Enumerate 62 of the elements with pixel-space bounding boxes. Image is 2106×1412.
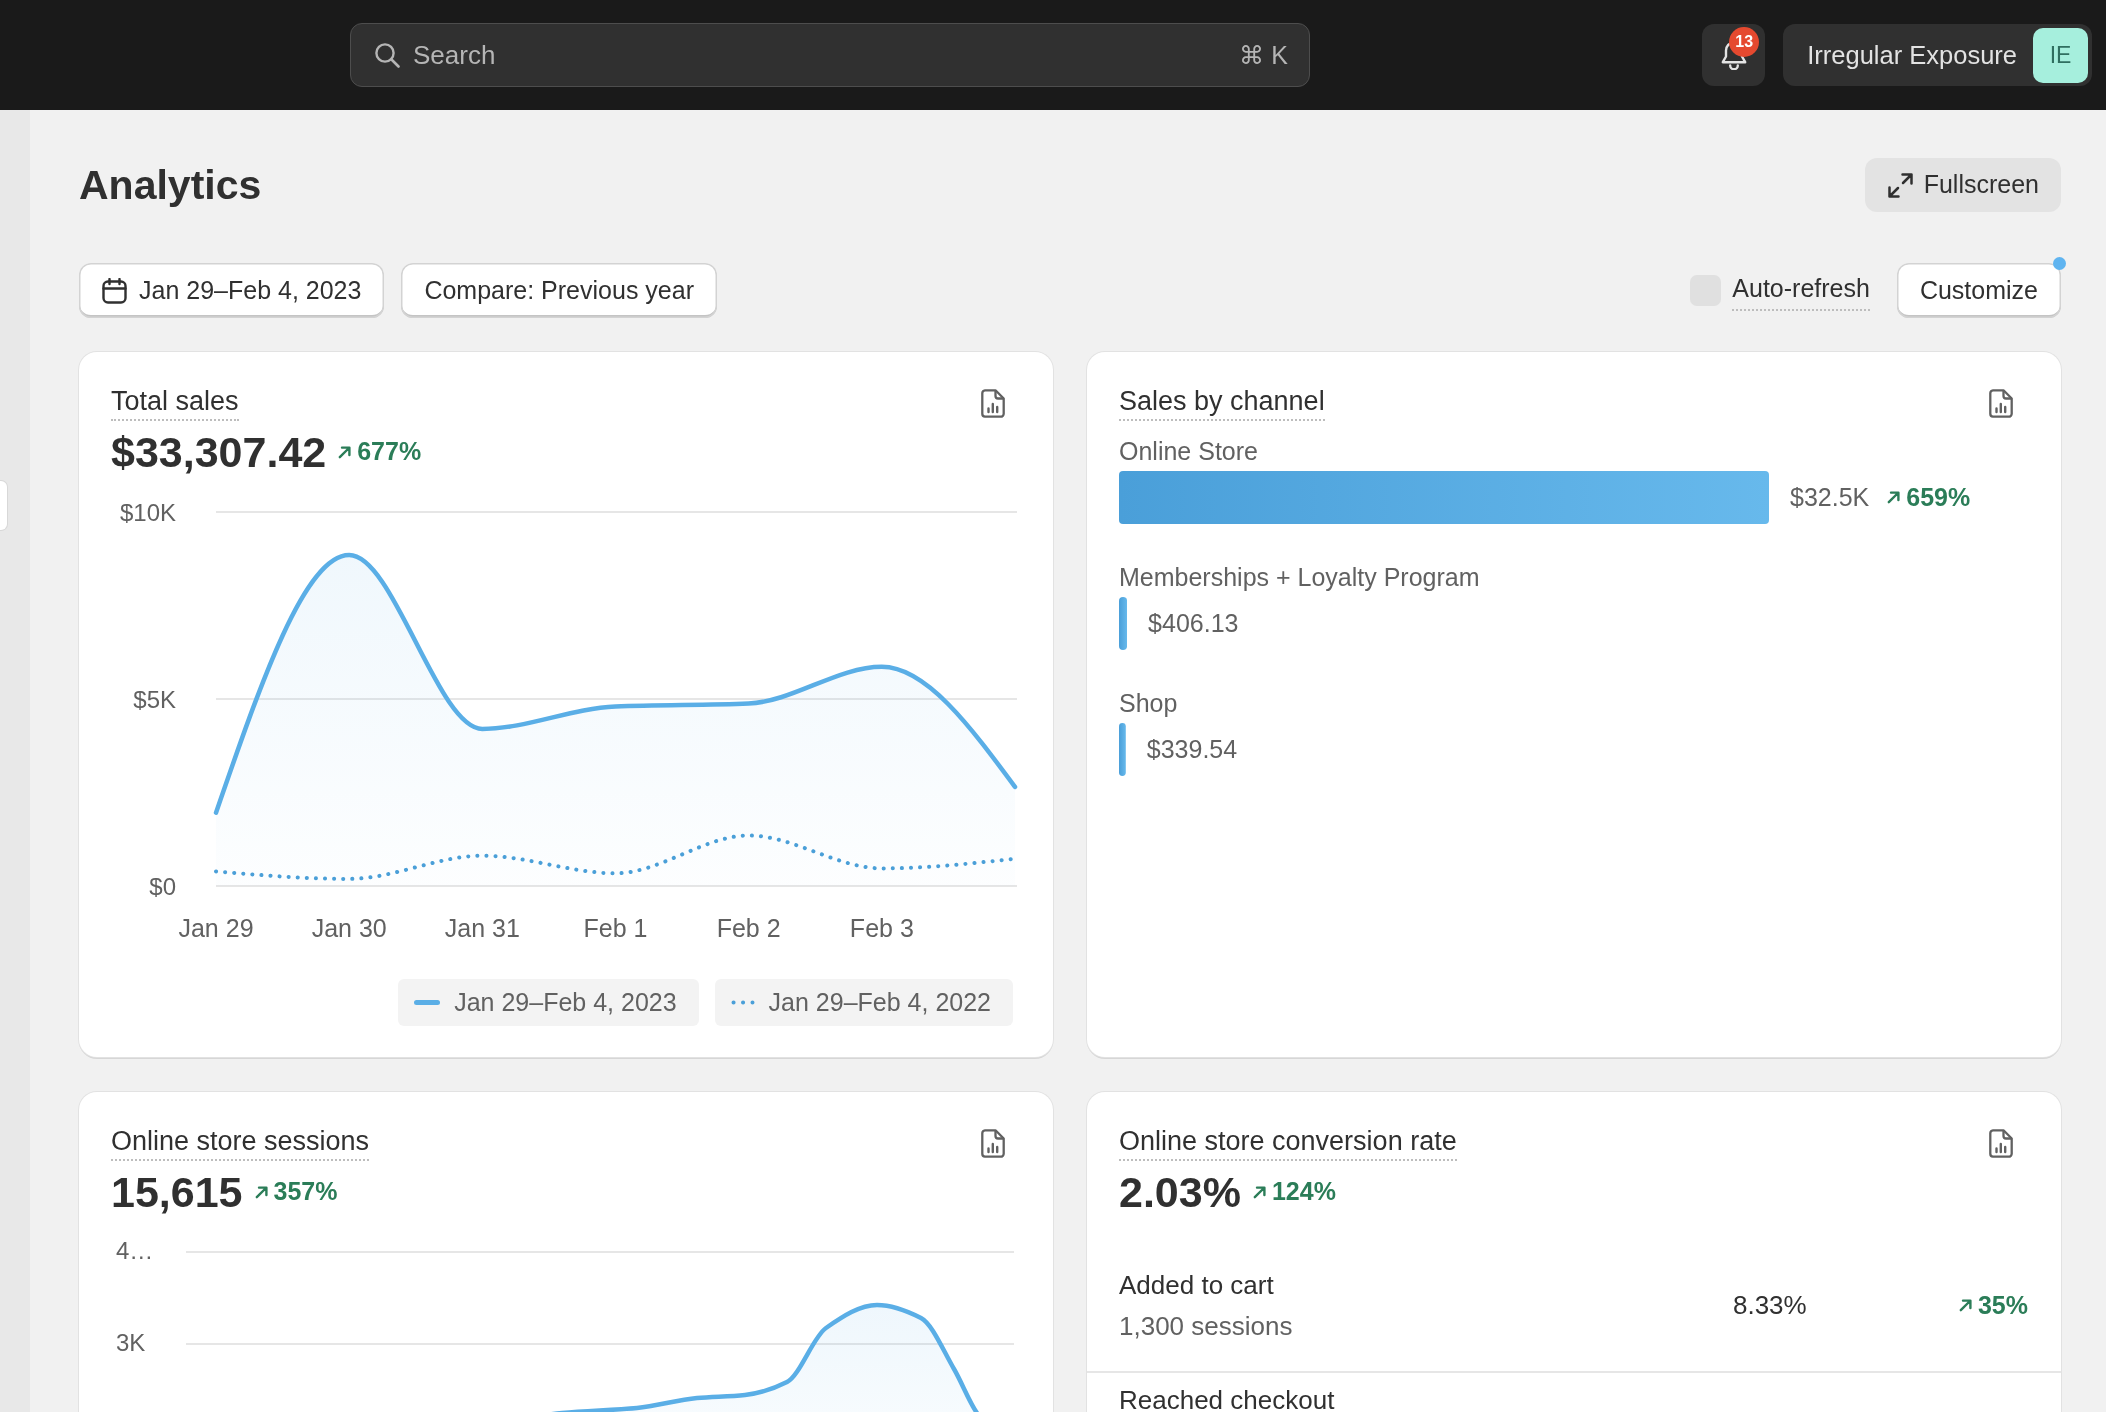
- account-button[interactable]: Irregular Exposure IE: [1783, 24, 2092, 86]
- notifications-button[interactable]: 13: [1702, 24, 1766, 86]
- card-title: Online store conversion rate: [1119, 1125, 1457, 1161]
- y-axis-label: $0: [149, 872, 176, 900]
- file-chart-icon[interactable]: [1989, 388, 2013, 418]
- auto-refresh-label[interactable]: Auto-refresh: [1732, 270, 1870, 311]
- file-chart-icon[interactable]: [981, 1128, 1005, 1158]
- x-axis-label: Jan 30: [311, 914, 387, 942]
- file-chart-icon[interactable]: [981, 388, 1005, 418]
- y-axis-label: $10K: [119, 498, 176, 526]
- card-title: Online store sessions: [111, 1125, 370, 1161]
- arrow-up-right-icon: [1887, 491, 1901, 504]
- change-percentage: 659%: [1906, 481, 1971, 513]
- bar: [1119, 723, 1126, 776]
- arrow-up-right-icon: [1958, 1299, 1972, 1312]
- avatar: IE: [2033, 27, 2088, 83]
- legend-item[interactable]: Jan 29–Feb 4, 2022: [714, 979, 1013, 1026]
- legend-item[interactable]: Jan 29–Feb 4, 2023: [398, 979, 699, 1026]
- step-label: Reached checkout: [1119, 1384, 1336, 1412]
- y-axis-label: 4…: [116, 1236, 154, 1264]
- notification-count: 13: [1729, 27, 1760, 57]
- metric-value: $33,307.42: [111, 427, 327, 477]
- channel-name: Memberships + Loyalty Program: [1119, 562, 1481, 592]
- x-axis-label: Jan 31: [444, 914, 520, 942]
- x-axis-label: Feb 1: [583, 914, 648, 942]
- step-label: Added to cart: [1119, 1269, 1275, 1302]
- change-percentage: 35%: [1977, 1289, 2028, 1321]
- bar-value-label: $406.13: [1148, 607, 1239, 639]
- bar-value-label: $339.54: [1146, 733, 1238, 765]
- card-title: Total sales: [111, 385, 239, 421]
- sidebar-handle[interactable]: [0, 481, 7, 530]
- fullscreen-icon: [1886, 171, 1914, 199]
- y-axis-label: 3K: [116, 1328, 146, 1356]
- keyboard-shortcut: ⌘ K: [1239, 40, 1288, 71]
- step-sessions: 1,300 sessions: [1119, 1310, 1294, 1343]
- channel-name: Online Store: [1119, 436, 1259, 466]
- change-percentage: 124%: [1271, 1176, 1336, 1208]
- metric-value: 2.03%: [1119, 1167, 1241, 1217]
- compare-button[interactable]: Compare: Previous year: [401, 263, 717, 318]
- change-percentage: 677%: [357, 436, 422, 468]
- bar-value-label: $32.5K: [1790, 481, 1870, 513]
- metric-value: 15,615: [111, 1167, 243, 1217]
- dotted-line-icon: [730, 1000, 755, 1005]
- change-percentage: 357%: [273, 1176, 338, 1208]
- arrow-up-right-icon: [254, 1185, 268, 1199]
- x-axis-label: Jan 29: [178, 914, 254, 942]
- customize-button[interactable]: Customize: [1896, 263, 2061, 318]
- calendar-icon: [102, 277, 127, 304]
- bar: [1119, 597, 1128, 650]
- fullscreen-button[interactable]: Fullscreen: [1864, 158, 2061, 212]
- search-icon: [374, 42, 400, 68]
- page-title: Analytics: [79, 161, 262, 210]
- y-axis-label: $5K: [133, 685, 176, 713]
- channel-name: Shop: [1119, 688, 1179, 718]
- x-axis-label: Feb 3: [849, 914, 914, 942]
- card-title: Sales by channel: [1119, 385, 1325, 421]
- file-chart-icon[interactable]: [1989, 1128, 2013, 1158]
- date-range-button[interactable]: Jan 29–Feb 4, 2023: [79, 263, 385, 318]
- step-rate: 8.33%: [1732, 1289, 1807, 1322]
- arrow-up-right-icon: [1252, 1185, 1266, 1199]
- x-axis-label: Feb 2: [716, 914, 781, 942]
- arrow-up-right-icon: [338, 445, 352, 459]
